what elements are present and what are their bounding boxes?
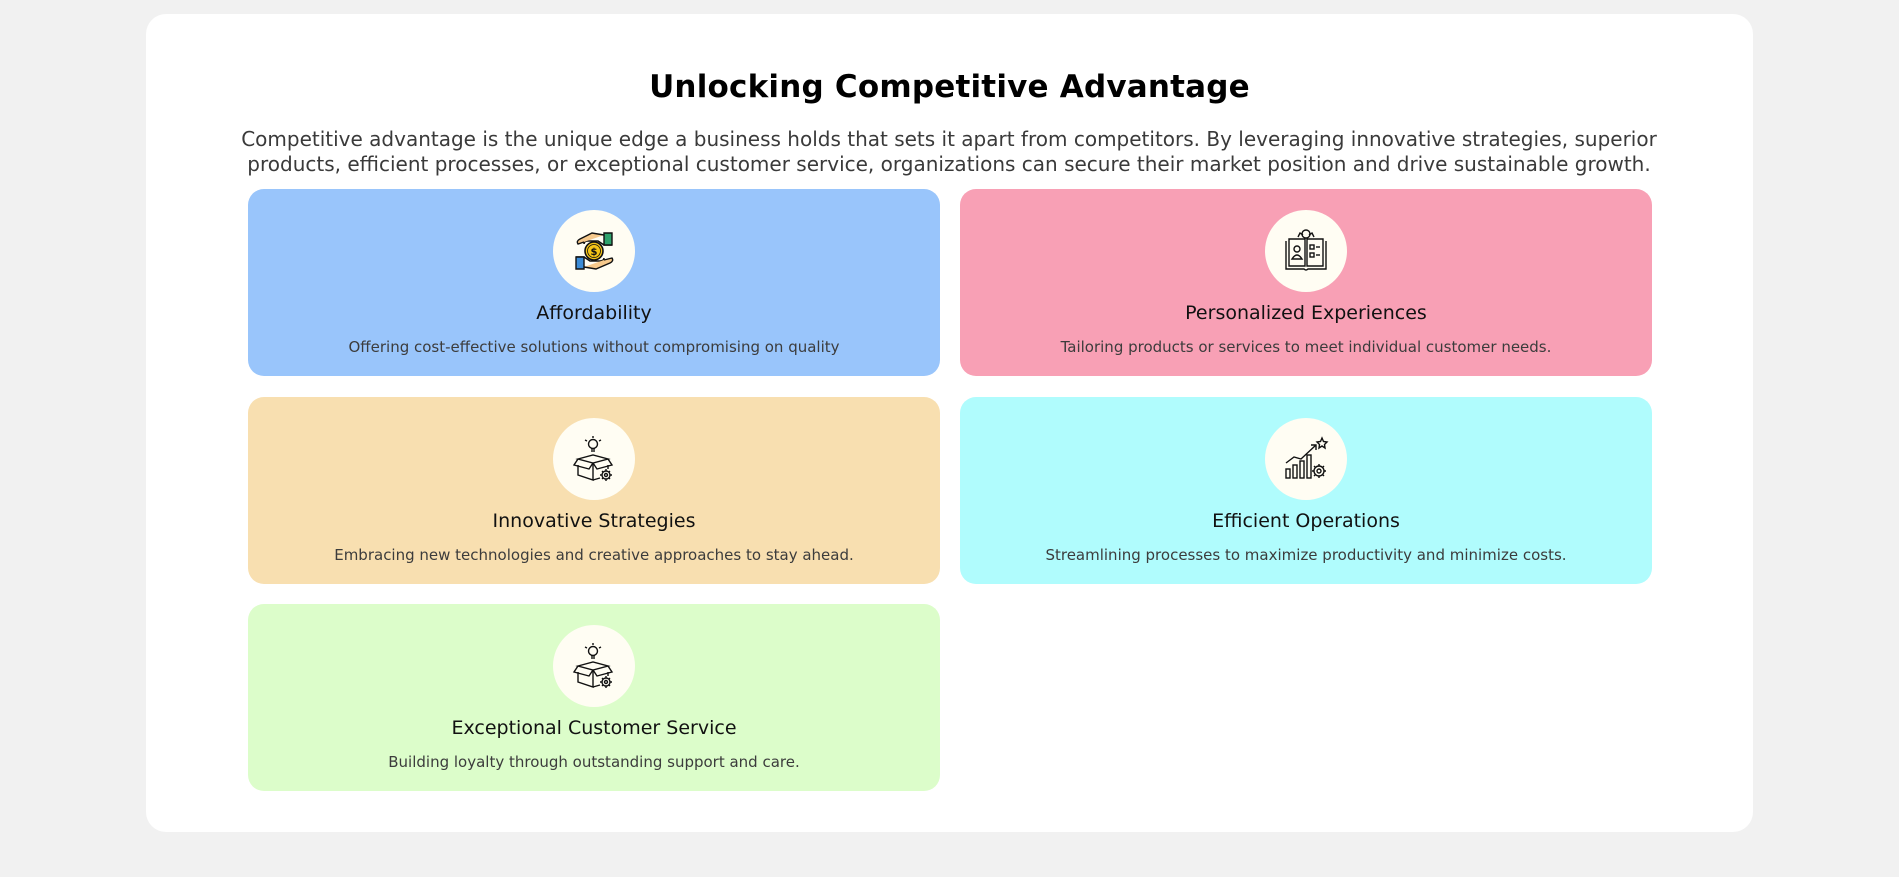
- card-description: Offering cost-effective solutions withou…: [348, 338, 840, 356]
- card-description: Building loyalty through outstanding sup…: [388, 753, 800, 771]
- icon-badge: $: [553, 210, 635, 292]
- card-affordability: $ Affordability Offering cost-effective …: [248, 189, 940, 376]
- card-innovative-strategies: Innovative Strategies Embracing new tech…: [248, 397, 940, 584]
- card-title: Exceptional Customer Service: [451, 717, 737, 739]
- card-description: Embracing new technologies and creative …: [334, 546, 854, 564]
- icon-badge: [1265, 210, 1347, 292]
- card-title: Innovative Strategies: [492, 510, 696, 532]
- card-description: Tailoring products or services to meet i…: [1060, 338, 1552, 356]
- dollar-coin-hand-icon: $: [575, 232, 614, 270]
- card-title: Affordability: [536, 302, 652, 324]
- growth-chart-gear-icon: [1285, 436, 1329, 479]
- card-personalized-experiences: Personalized Experiences Tailoring produ…: [960, 189, 1652, 376]
- card-title: Personalized Experiences: [1185, 302, 1427, 324]
- card-exceptional-customer-service: Exceptional Customer Service Building lo…: [248, 604, 940, 791]
- page-title: Unlocking Competitive Advantage: [649, 69, 1250, 105]
- card-efficient-operations: Efficient Operations Streamlining proces…: [960, 397, 1652, 584]
- icon-badge: [1265, 418, 1347, 500]
- idea-box-gear-icon: [572, 643, 614, 688]
- profile-book-icon: [1285, 229, 1327, 271]
- idea-box-gear-icon: [572, 436, 614, 481]
- content-panel: Unlocking Competitive Advantage Competit…: [146, 14, 1753, 832]
- intro-paragraph: Competitive advantage is the unique edge…: [241, 127, 1657, 176]
- svg-text:$: $: [591, 247, 598, 258]
- card-description: Streamlining processes to maximize produ…: [1045, 546, 1567, 564]
- card-title: Efficient Operations: [1212, 510, 1400, 532]
- icon-badge: [553, 418, 635, 500]
- icon-badge: [553, 625, 635, 707]
